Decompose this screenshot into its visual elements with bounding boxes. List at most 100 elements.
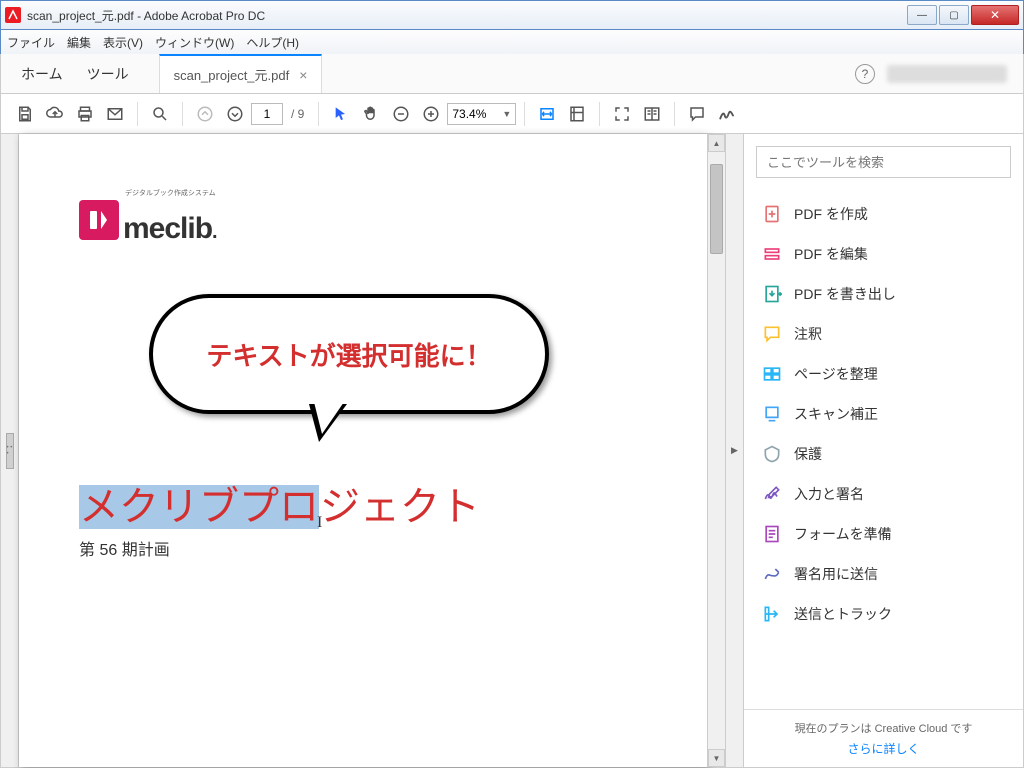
tool-item[interactable]: PDF を編集 (744, 234, 1023, 274)
side-footer: 現在のプランは Creative Cloud です さらに詳しく (744, 709, 1023, 767)
acrobat-app-icon (5, 7, 21, 23)
search-icon[interactable] (146, 100, 174, 128)
menu-view[interactable]: 表示(V) (103, 34, 143, 51)
tools-side-panel: PDF を作成 PDF を編集 PDF を書き出し注釈ページを整理スキャン補正保護入… (743, 134, 1023, 767)
plan-text: 現在のプランは Creative Cloud です (795, 723, 973, 735)
tool-icon (762, 324, 782, 344)
tab-strip: ホーム ツール scan_project_元.pdf × ? (0, 54, 1024, 94)
tool-item[interactable]: 入力と署名 (744, 474, 1023, 514)
toolbar-separator (318, 102, 319, 126)
comment-icon[interactable] (683, 100, 711, 128)
maximize-button[interactable]: ▢ (939, 5, 969, 25)
tool-icon (762, 444, 782, 464)
hand-icon[interactable] (357, 100, 385, 128)
tools-search (744, 134, 1023, 190)
pointer-icon[interactable] (327, 100, 355, 128)
tool-icon (762, 364, 782, 384)
window-titlebar: scan_project_元.pdf - Adobe Acrobat Pro D… (0, 0, 1024, 30)
signin-area[interactable] (887, 65, 1007, 83)
tool-icon (762, 404, 782, 424)
tool-label: フォームを準備 (794, 524, 892, 544)
tool-icon (762, 564, 782, 584)
menu-edit[interactable]: 編集 (67, 34, 91, 51)
tools-tab[interactable]: ツール (87, 64, 129, 84)
page-up-icon[interactable] (191, 100, 219, 128)
toolbar-separator (599, 102, 600, 126)
logo-dot: . (212, 221, 217, 243)
toolbar-separator (524, 102, 525, 126)
tool-icon (762, 524, 782, 544)
fit-page-icon[interactable] (563, 100, 591, 128)
help-icon[interactable]: ? (855, 64, 875, 84)
document-tab-label: scan_project_元.pdf (174, 65, 290, 84)
tool-icon (762, 284, 782, 304)
tools-search-input[interactable] (756, 146, 1011, 178)
tool-label: 署名用に送信 (794, 564, 878, 584)
fullscreen-icon[interactable] (608, 100, 636, 128)
zoom-out-icon[interactable] (387, 100, 415, 128)
doc-title-selected: メクリブプロ (79, 485, 319, 529)
doc-title[interactable]: メクリブプロジェクト (79, 474, 480, 532)
read-mode-icon[interactable] (638, 100, 666, 128)
tool-item[interactable]: 注釈 (744, 314, 1023, 354)
doc-subtitle[interactable]: 第 56 期計画 (79, 536, 170, 560)
mail-icon[interactable] (101, 100, 129, 128)
tool-item[interactable]: 送信とトラック (744, 594, 1023, 634)
panel-collapse-strip[interactable]: ▶ (725, 134, 743, 767)
close-button[interactable]: ✕ (971, 5, 1019, 25)
document-tab[interactable]: scan_project_元.pdf × (159, 54, 323, 93)
tool-label: 送信とトラック (794, 604, 892, 624)
minimize-button[interactable]: — (907, 5, 937, 25)
tool-label: PDF を編集 (794, 244, 868, 264)
menu-bar: ファイル 編集 表示(V) ウィンドウ(W) ヘルプ(H) (0, 30, 1024, 54)
tool-icon (762, 244, 782, 264)
tool-item[interactable]: 署名用に送信 (744, 554, 1023, 594)
zoom-in-icon[interactable] (417, 100, 445, 128)
page-down-icon[interactable] (221, 100, 249, 128)
text-cursor-icon (319, 490, 320, 520)
toolbar-separator (674, 102, 675, 126)
tool-item[interactable]: ページを整理 (744, 354, 1023, 394)
menu-window[interactable]: ウィンドウ(W) (155, 34, 234, 51)
logo-sup: デジタルブック作成システム (125, 190, 216, 197)
bubble-tail-icon (309, 404, 347, 442)
chevron-down-icon: ▼ (502, 109, 511, 119)
document-scrollbar[interactable]: ▲ ▼ (707, 134, 725, 767)
home-tab[interactable]: ホーム (21, 64, 63, 84)
learn-more-link[interactable]: さらに詳しく (754, 740, 1013, 757)
tool-icon (762, 604, 782, 624)
tool-label: PDF を書き出し (794, 284, 896, 304)
logo-text: meclib (123, 212, 212, 245)
window-title: scan_project_元.pdf - Adobe Acrobat Pro D… (27, 7, 907, 24)
tool-icon (762, 204, 782, 224)
scroll-thumb[interactable] (710, 164, 723, 254)
menu-help[interactable]: ヘルプ(H) (246, 34, 299, 51)
scroll-down-icon[interactable]: ▼ (708, 749, 725, 767)
fit-width-icon[interactable] (533, 100, 561, 128)
save-icon[interactable] (11, 100, 39, 128)
speech-bubble: テキストが選択可能に！ (149, 294, 549, 414)
page-total-label: / 9 (291, 107, 304, 121)
menu-file[interactable]: ファイル (7, 34, 55, 51)
tool-item[interactable]: 保護 (744, 434, 1023, 474)
tool-item[interactable]: スキャン補正 (744, 394, 1023, 434)
bubble-text: テキストが選択可能に！ (206, 336, 491, 373)
doc-title-rest: ジェクト (320, 485, 480, 529)
cloud-upload-icon[interactable] (41, 100, 69, 128)
document-area: • • • デジタルブック作成システム meclib. テキストが選択可能に！ … (1, 134, 725, 767)
tab-close-icon[interactable]: × (299, 67, 307, 83)
tool-item[interactable]: PDF を作成 (744, 194, 1023, 234)
tool-item[interactable]: PDF を書き出し (744, 274, 1023, 314)
zoom-value: 73.4% (452, 107, 486, 121)
toolbar-separator (137, 102, 138, 126)
pdf-page[interactable]: デジタルブック作成システム meclib. テキストが選択可能に！ メクリブプロ… (19, 134, 707, 767)
print-icon[interactable] (71, 100, 99, 128)
tool-icon (762, 484, 782, 504)
sign-icon[interactable] (713, 100, 741, 128)
page-number-input[interactable] (251, 103, 283, 125)
tool-item[interactable]: フォームを準備 (744, 514, 1023, 554)
left-nav-gutter[interactable]: • • • (1, 134, 19, 767)
scroll-up-icon[interactable]: ▲ (708, 134, 725, 152)
main-toolbar: / 9 73.4% ▼ (0, 94, 1024, 134)
zoom-select[interactable]: 73.4% ▼ (447, 103, 516, 125)
